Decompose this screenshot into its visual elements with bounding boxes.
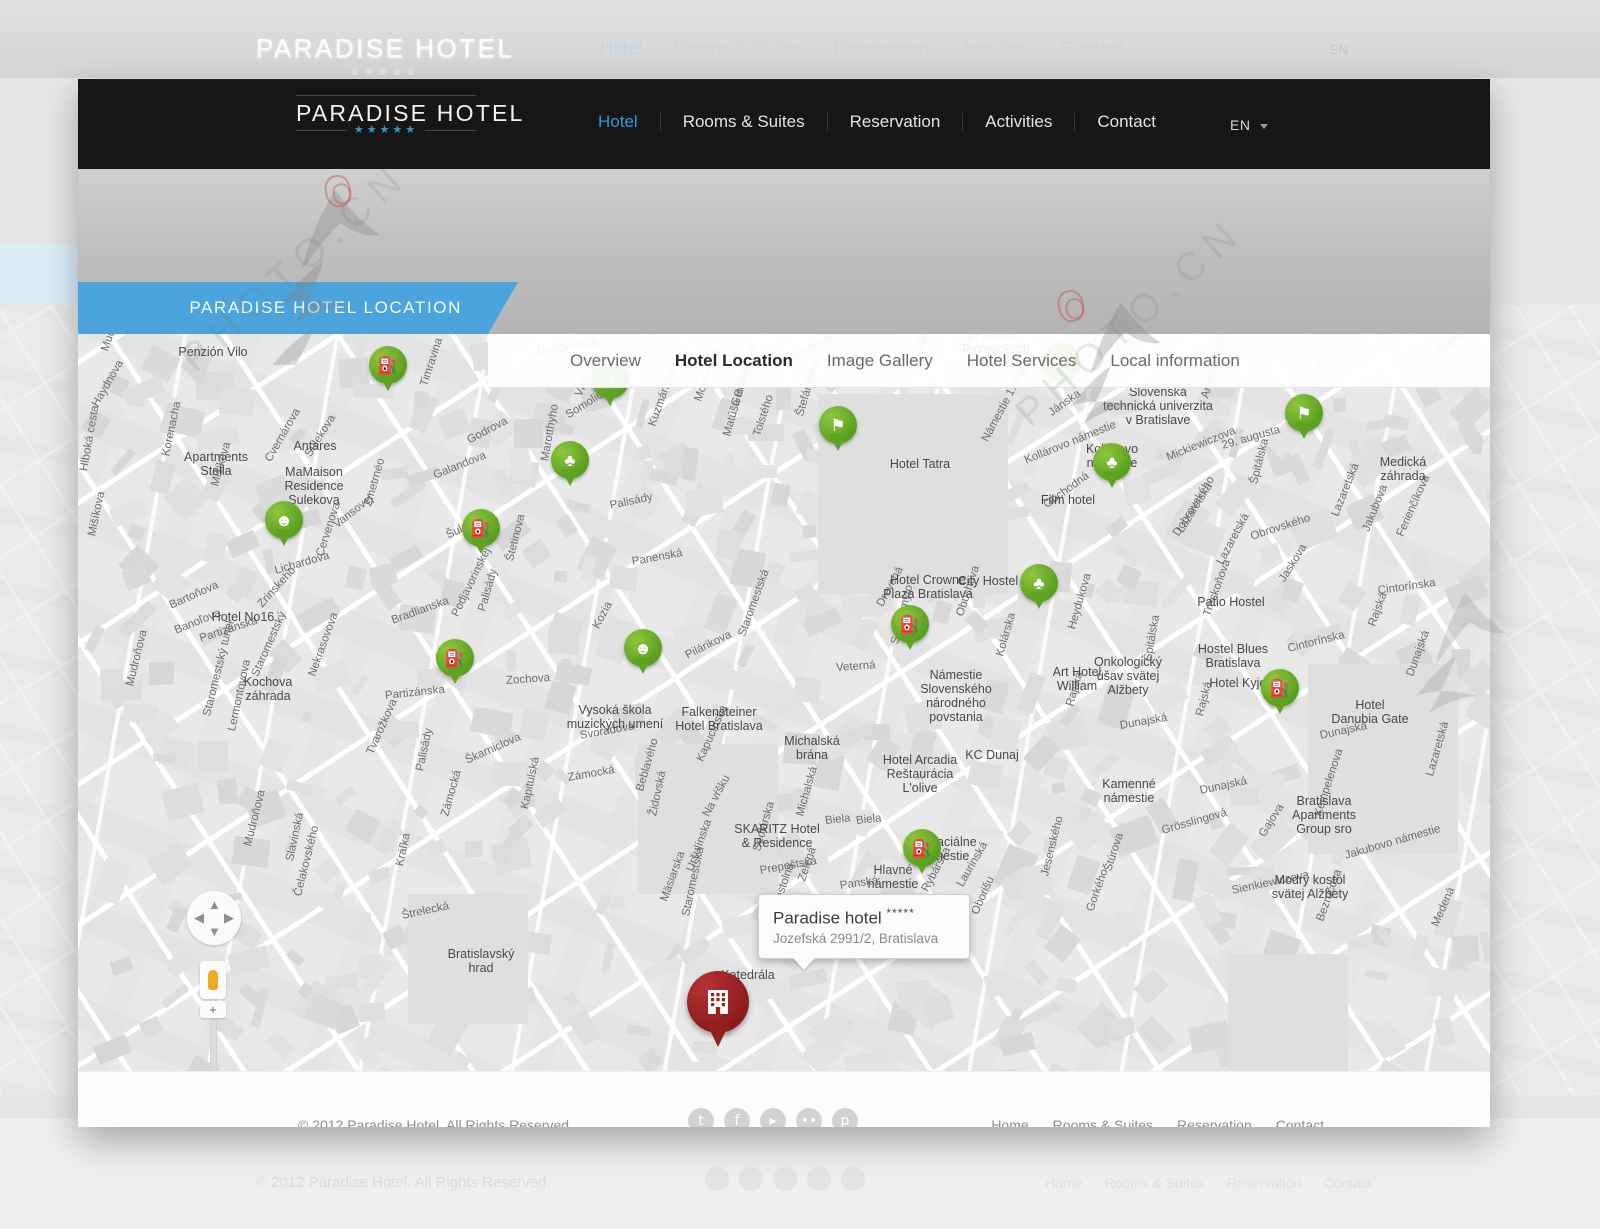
poi-marker[interactable]: ⚑ bbox=[819, 406, 857, 454]
poi-marker[interactable]: ⛽ bbox=[903, 829, 941, 877]
background-footer: © 2012 Paradise Hotel. All Rights Reserv… bbox=[0, 1119, 1600, 1229]
poi-marker[interactable]: ☻ bbox=[265, 501, 303, 549]
poi-marker[interactable]: ♣ bbox=[1093, 443, 1131, 491]
gas-station-icon: ⛽ bbox=[1269, 678, 1291, 698]
chevron-down-icon bbox=[1259, 123, 1268, 129]
tab-hotel-services[interactable]: Hotel Services bbox=[967, 351, 1077, 371]
logo-stars: ★★★★★ bbox=[346, 123, 426, 137]
pinterest-icon[interactable]: p bbox=[832, 1108, 858, 1127]
footer-link-contact[interactable]: Contact bbox=[1276, 1117, 1324, 1127]
language-selector[interactable]: EN bbox=[1230, 117, 1268, 133]
background-nav-item: Contact bbox=[1061, 38, 1124, 58]
info-window-title: Paradise hotel bbox=[773, 908, 882, 928]
youtube-icon[interactable]: ▸ bbox=[760, 1108, 786, 1127]
background-footer-links: Home Rooms & Suites Reservation Contact bbox=[1045, 1175, 1372, 1191]
poi-marker[interactable]: ⛽ bbox=[891, 605, 929, 653]
nav-item-hotel[interactable]: Hotel bbox=[598, 112, 660, 132]
info-window[interactable]: Paradise hotel ***** Jozefská 2991/2, Br… bbox=[758, 894, 970, 970]
site-footer: © 2012 Paradise Hotel. All Rights Reserv… bbox=[78, 1071, 1490, 1127]
background-nav-item: Reservation bbox=[833, 38, 930, 58]
poi-marker[interactable]: ♣ bbox=[1020, 564, 1058, 612]
background-socials bbox=[705, 1167, 865, 1191]
info-window-tail bbox=[793, 957, 815, 970]
tab-hotel-location[interactable]: Hotel Location bbox=[675, 351, 793, 371]
hotel-location-marker[interactable] bbox=[687, 971, 749, 1049]
background-language: EN bbox=[1330, 42, 1349, 57]
background-brand-stars: ★★★★★ bbox=[350, 66, 421, 77]
twitter-icon[interactable]: t bbox=[688, 1108, 714, 1127]
golf-icon: ⚑ bbox=[1296, 403, 1312, 423]
background-logo: PARADISE HOTEL ★★★★★ bbox=[256, 33, 514, 77]
street-view-pegman-icon[interactable] bbox=[200, 961, 226, 999]
info-window-address: Jozefská 2991/2, Bratislava bbox=[773, 930, 939, 946]
map-pan-control[interactable]: ▲ ▼ ◀ ▶ bbox=[187, 891, 241, 945]
shopping-basket-icon: ♣ bbox=[1106, 452, 1118, 472]
hero-band: PARADISE HOTEL LOCATION bbox=[78, 169, 1490, 334]
background-nav-item: Rooms & Suites bbox=[673, 38, 803, 58]
gas-station-icon: ⛽ bbox=[377, 355, 399, 375]
facebook-icon[interactable]: f bbox=[724, 1108, 750, 1127]
logo-rule-bottom: ★★★★★ bbox=[296, 123, 476, 137]
footer-link-reservation[interactable]: Reservation bbox=[1177, 1117, 1252, 1127]
background-brand-name: PARADISE HOTEL bbox=[256, 33, 515, 63]
site-header: PARADISE HOTEL ★★★★★ Hotel Rooms & Suite… bbox=[78, 79, 1490, 169]
theatre-masks-icon: ☻ bbox=[634, 638, 652, 658]
gas-station-icon: ⛽ bbox=[911, 838, 933, 858]
shopping-basket-icon: ♣ bbox=[1033, 573, 1045, 593]
footer-link-rooms-suites[interactable]: Rooms & Suites bbox=[1053, 1117, 1153, 1127]
background-nav-item: Hotel bbox=[600, 38, 643, 58]
google-map[interactable]: MudroňovaHaydnovaStará vinárskaStará vin… bbox=[78, 334, 1490, 1071]
nav-item-reservation[interactable]: Reservation bbox=[828, 112, 963, 132]
nav-item-activities[interactable]: Activities bbox=[963, 112, 1074, 132]
main-navigation: Hotel Rooms & Suites Reservation Activit… bbox=[598, 112, 1178, 132]
hotel-website-window: PARADISE HOTEL ★★★★★ Hotel Rooms & Suite… bbox=[78, 79, 1490, 1127]
zoom-slider-track[interactable] bbox=[209, 1020, 217, 1071]
pan-left-icon[interactable]: ◀ bbox=[194, 911, 204, 924]
poi-marker[interactable]: ⚑ bbox=[1285, 394, 1323, 442]
footer-link-home[interactable]: Home bbox=[991, 1117, 1028, 1127]
gas-station-icon: ⛽ bbox=[470, 518, 492, 538]
poi-marker[interactable]: ⛽ bbox=[1261, 669, 1299, 717]
tab-local-information[interactable]: Local information bbox=[1110, 351, 1239, 371]
map-zoom-control[interactable]: + − bbox=[200, 961, 226, 1071]
golf-icon: ⚑ bbox=[830, 415, 846, 435]
pan-right-icon[interactable]: ▶ bbox=[224, 911, 234, 924]
zoom-in-button[interactable]: + bbox=[200, 1001, 226, 1018]
poi-marker[interactable]: ☻ bbox=[624, 629, 662, 677]
footer-copyright: © 2012 Paradise Hotel. All Rights Reserv… bbox=[298, 1117, 573, 1127]
footer-nav-links: Home Rooms & Suites Reservation Contact bbox=[991, 1117, 1324, 1127]
tab-overview[interactable]: Overview bbox=[570, 351, 641, 371]
info-window-title-row: Paradise hotel ***** bbox=[773, 906, 955, 929]
background-nav-item: Activities bbox=[959, 38, 1031, 58]
poi-marker[interactable]: ♣ bbox=[551, 441, 589, 489]
background-nav: Hotel Rooms & Suites Reservation Activit… bbox=[600, 38, 1149, 59]
nav-item-rooms-suites[interactable]: Rooms & Suites bbox=[661, 112, 827, 132]
footer-social-links: t f ▸ •• p bbox=[688, 1108, 858, 1127]
background-copyright: © 2012 Paradise Hotel. All Rights Reserv… bbox=[256, 1174, 551, 1191]
poi-marker[interactable]: ⛽ bbox=[369, 346, 407, 394]
gas-station-icon: ⛽ bbox=[444, 648, 466, 668]
hotel-building-icon bbox=[687, 971, 749, 1033]
section-tabs: Overview Hotel Location Image Gallery Ho… bbox=[488, 334, 1490, 388]
gas-station-icon: ⛽ bbox=[899, 614, 921, 634]
tab-image-gallery[interactable]: Image Gallery bbox=[827, 351, 933, 371]
flickr-icon[interactable]: •• bbox=[796, 1108, 822, 1127]
theatre-masks-icon: ☻ bbox=[275, 510, 293, 530]
poi-marker[interactable]: ⛽ bbox=[462, 509, 500, 557]
site-logo[interactable]: PARADISE HOTEL ★★★★★ bbox=[296, 95, 522, 137]
language-selector-label: EN bbox=[1230, 117, 1251, 133]
page-title-banner: PARADISE HOTEL LOCATION bbox=[78, 282, 518, 334]
shopping-basket-icon: ♣ bbox=[564, 450, 576, 470]
nav-item-contact[interactable]: Contact bbox=[1075, 112, 1178, 132]
page-title: PARADISE HOTEL LOCATION bbox=[189, 298, 462, 317]
info-window-stars: ***** bbox=[886, 906, 915, 920]
pan-up-icon[interactable]: ▲ bbox=[208, 898, 221, 911]
pan-down-icon[interactable]: ▼ bbox=[208, 925, 221, 938]
poi-marker[interactable]: ⛽ bbox=[436, 639, 474, 687]
